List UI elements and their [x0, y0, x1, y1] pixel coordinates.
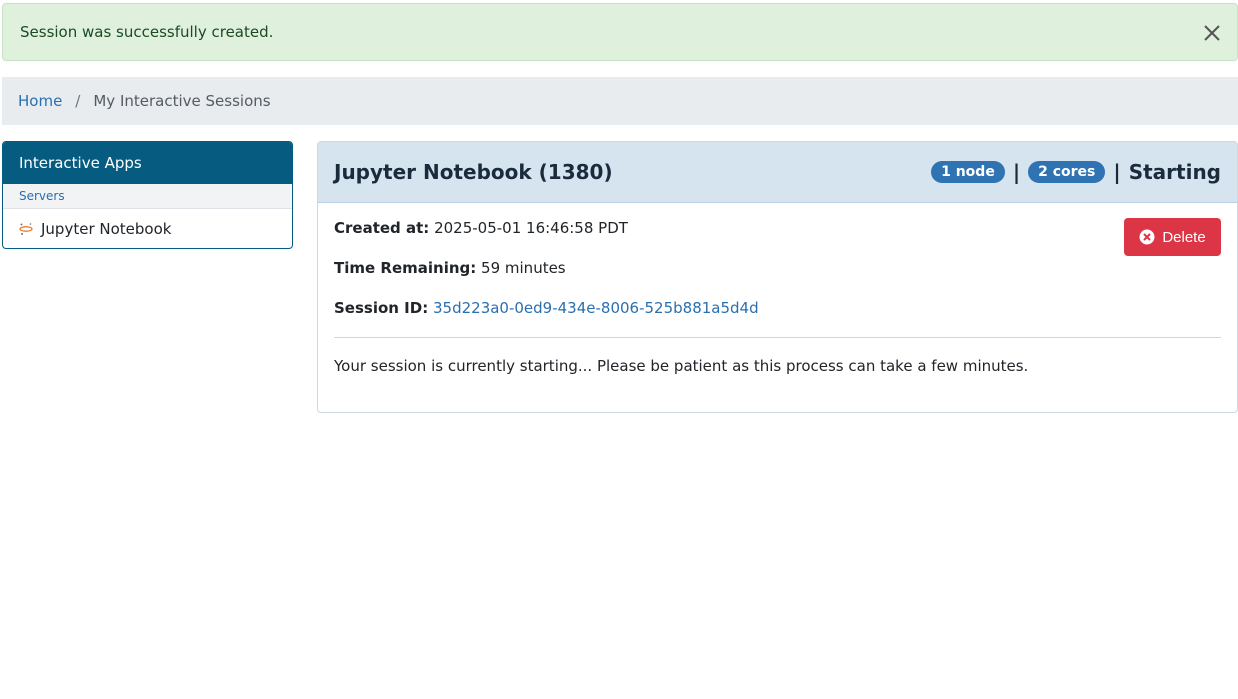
session-card-body: Created at: 2025-05-01 16:46:58 PDT Time…	[318, 203, 1237, 391]
created-label: Created at:	[334, 219, 430, 237]
close-icon[interactable]	[1201, 22, 1223, 44]
status-separator: |	[1113, 160, 1121, 184]
session-status: Starting	[1128, 160, 1221, 184]
breadcrumb: Home / My Interactive Sessions	[2, 77, 1238, 125]
breadcrumb-current: My Interactive Sessions	[93, 92, 271, 110]
times-circle-icon	[1139, 229, 1155, 245]
sidebar-title: Interactive Apps	[3, 142, 292, 184]
session-id-row: Session ID: 35d223a0-0ed9-434e-8006-525b…	[334, 299, 1221, 317]
delete-button[interactable]: Delete	[1124, 218, 1221, 256]
starting-message: Your session is currently starting... Pl…	[334, 357, 1029, 375]
sidebar: Interactive Apps Servers Jupyter Noteboo…	[2, 141, 293, 249]
nodes-badge: 1 node	[931, 161, 1005, 183]
created-value: 2025-05-01 16:46:58 PDT	[434, 219, 628, 237]
session-status-group: 1 node | 2 cores | Starting	[931, 160, 1221, 184]
session-id-link[interactable]: 35d223a0-0ed9-434e-8006-525b881a5d4d	[433, 299, 759, 317]
divider	[334, 337, 1221, 338]
session-card-header: Jupyter Notebook (1380) 1 node | 2 cores…	[318, 142, 1237, 203]
breadcrumb-separator: /	[75, 92, 81, 110]
status-separator: |	[1012, 160, 1021, 184]
session-title: Jupyter Notebook (1380)	[334, 160, 613, 184]
time-remaining-row: Time Remaining: 59 minutes	[334, 259, 1221, 277]
jupyter-icon	[19, 222, 33, 235]
sidebar-item-jupyter-notebook[interactable]: Jupyter Notebook	[3, 209, 292, 248]
created-row: Created at: 2025-05-01 16:46:58 PDT	[334, 219, 1221, 237]
delete-label: Delete	[1162, 228, 1206, 246]
sidebar-category: Servers	[3, 184, 292, 209]
breadcrumb-home-link[interactable]: Home	[18, 92, 62, 110]
alert-message: Session was successfully created.	[20, 23, 274, 41]
session-card: Jupyter Notebook (1380) 1 node | 2 cores…	[317, 141, 1238, 413]
success-alert: Session was successfully created.	[2, 3, 1238, 61]
cores-badge: 2 cores	[1028, 161, 1106, 183]
time-remaining-label: Time Remaining:	[334, 259, 477, 277]
sidebar-item-label: Jupyter Notebook	[41, 219, 172, 238]
time-remaining-value: 59 minutes	[481, 259, 566, 277]
session-id-label: Session ID:	[334, 299, 429, 317]
